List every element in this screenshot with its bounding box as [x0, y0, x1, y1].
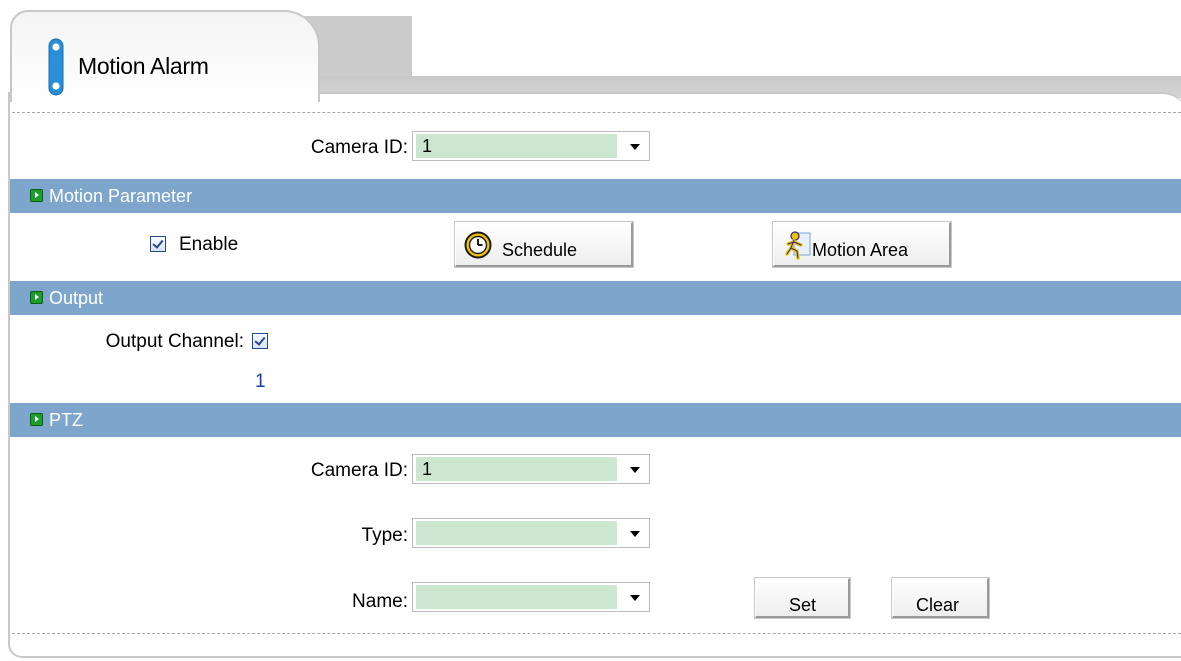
chevron-down-icon — [630, 531, 640, 537]
top-divider — [12, 112, 1181, 113]
ptz-camera-id-label: Camera ID: — [310, 460, 408, 481]
section-title: Output — [49, 288, 104, 308]
motion-area-button-label: Motion Area — [812, 240, 909, 260]
bottom-divider — [12, 633, 1181, 634]
ptz-type-label: Type: — [361, 525, 408, 546]
clock-icon — [464, 231, 492, 259]
set-button[interactable]: Set — [754, 577, 851, 619]
set-button-label: Set — [789, 595, 817, 615]
green-arrow-icon — [30, 413, 43, 426]
section-ptz: PTZ — [10, 403, 1181, 437]
enable-checkbox[interactable] — [150, 236, 166, 252]
section-motion-parameter: Motion Parameter — [10, 179, 1181, 213]
tab-title: Motion Alarm — [78, 53, 209, 79]
clear-button[interactable]: Clear — [891, 577, 990, 619]
schedule-button-label: Schedule — [502, 240, 578, 260]
ptz-type-value — [416, 521, 617, 545]
green-arrow-icon — [30, 189, 43, 202]
camera-id-select[interactable]: 1 — [412, 131, 650, 161]
content-panel — [8, 92, 1181, 658]
ptz-camera-id-select[interactable]: 1 — [412, 454, 650, 484]
green-arrow-icon — [30, 291, 43, 304]
section-title: Motion Parameter — [49, 186, 193, 206]
section-title: PTZ — [49, 410, 83, 430]
tab-motion-alarm[interactable]: Motion Alarm — [10, 10, 320, 102]
motion-area-button[interactable]: Motion Area — [772, 221, 952, 268]
section-output: Output — [10, 281, 1181, 315]
running-person-icon — [785, 231, 811, 260]
ptz-name-label: Name: — [352, 591, 408, 612]
ptz-camera-id-value: 1 — [416, 457, 617, 481]
output-channel-number: 1 — [255, 371, 266, 392]
output-channel-label: Output Channel: — [105, 331, 244, 352]
camera-id-label: Camera ID: — [310, 137, 408, 158]
ptz-type-select[interactable] — [412, 518, 650, 548]
chevron-down-icon — [630, 144, 640, 150]
ptz-name-select[interactable] — [412, 582, 650, 612]
clear-button-label: Clear — [916, 595, 960, 615]
chevron-down-icon — [630, 595, 640, 601]
camera-id-value: 1 — [416, 134, 617, 158]
enable-label: Enable — [179, 234, 239, 255]
info-pill-icon — [48, 38, 64, 96]
chevron-down-icon — [630, 467, 640, 473]
ptz-name-value — [416, 585, 617, 609]
schedule-button[interactable]: Schedule — [454, 221, 634, 268]
output-channel-checkbox[interactable] — [252, 333, 268, 349]
